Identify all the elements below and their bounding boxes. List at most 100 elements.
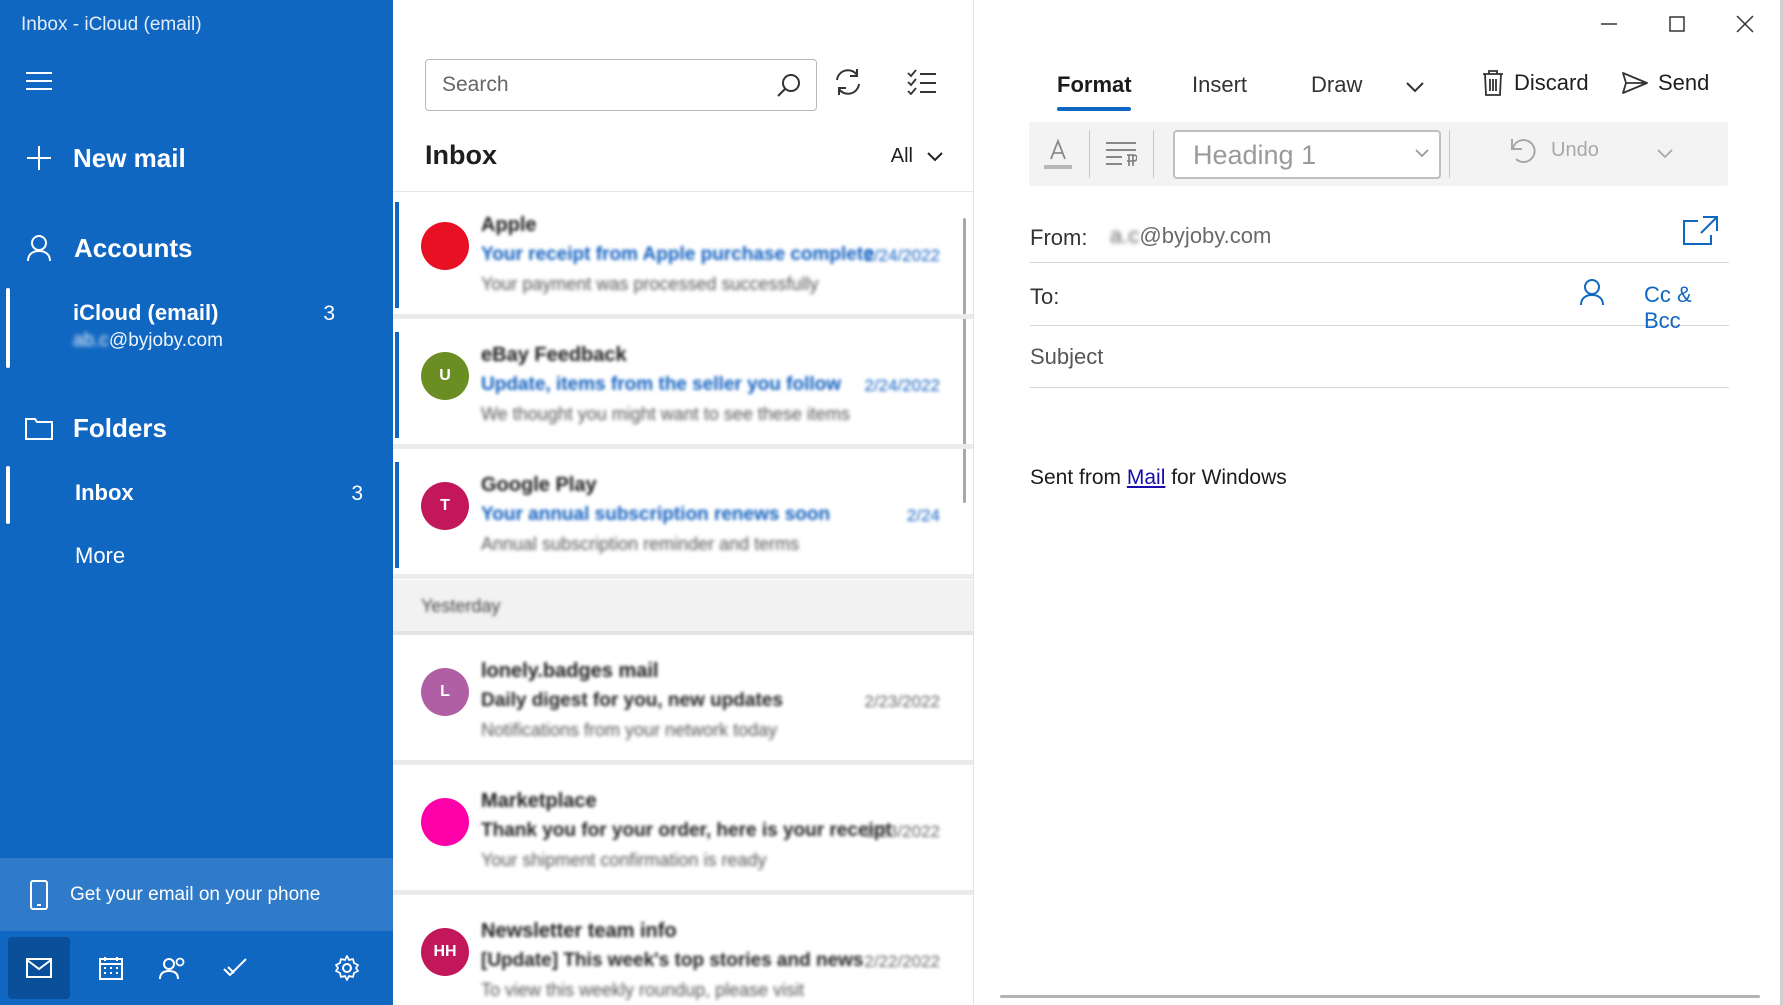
message-preview: Your shipment confirmation is ready (481, 850, 767, 870)
to-input[interactable] (1074, 276, 1554, 312)
avatar (421, 222, 469, 270)
account-name: iCloud (email) (73, 300, 219, 325)
calendar-icon[interactable] (80, 937, 142, 999)
chevron-down-icon (1415, 149, 1429, 158)
person-icon[interactable] (1580, 278, 1604, 311)
folder-icon (24, 413, 54, 443)
message-item[interactable]: Marketplace Thank you for your order, her… (393, 772, 973, 895)
folder-item-inbox[interactable]: Inbox 3 (0, 466, 393, 524)
horizontal-scrollbar[interactable] (1000, 995, 1760, 998)
message-date: 2/23/2022 (864, 692, 940, 711)
minimize-icon[interactable] (1586, 13, 1632, 35)
avatar: U (421, 352, 469, 400)
subject-field (1030, 326, 1729, 388)
font-color-icon[interactable] (1039, 132, 1077, 176)
phone-icon (30, 879, 48, 910)
message-sender: Newsletter team info (481, 920, 677, 942)
avatar: HH (421, 928, 469, 976)
from-label: From: (1030, 225, 1088, 250)
message-sender: eBay Feedback (481, 344, 627, 366)
new-mail-label: New mail (73, 142, 186, 173)
maximize-icon[interactable] (1654, 13, 1700, 35)
hamburger-menu-icon[interactable] (26, 72, 52, 92)
active-tab-indicator (1057, 107, 1131, 111)
account-unread-count: 3 (323, 302, 335, 325)
message-date: 2/22/2022 (864, 952, 940, 971)
folder-unread-count: 3 (351, 482, 363, 505)
divider (393, 191, 973, 192)
from-address[interactable]: a.c@byjoby.com (1110, 223, 1271, 249)
accounts-button[interactable]: Accounts (0, 230, 393, 266)
get-email-on-phone-button[interactable]: Get your email on your phone (0, 858, 393, 931)
undo-icon (1511, 139, 1536, 164)
window-title: Inbox - iCloud (email) (21, 14, 202, 35)
message-preview: Notifications from your network today (481, 720, 778, 740)
mail-icon[interactable] (8, 937, 70, 999)
filter-dropdown[interactable]: All (891, 145, 943, 168)
todo-icon[interactable] (204, 937, 266, 999)
message-item[interactable]: HH Newsletter team info [Update] This week… (393, 902, 973, 1005)
people-icon[interactable] (142, 937, 204, 999)
account-email: ab.c@byjoby.com (73, 330, 223, 351)
selection-mode-icon[interactable] (907, 69, 937, 100)
folder-label: Inbox (75, 480, 134, 505)
to-label: To: (1030, 284, 1060, 309)
search-box (425, 59, 817, 111)
style-value: Heading 1 (1193, 140, 1317, 170)
accounts-label: Accounts (74, 232, 193, 263)
message-date: 2/23/2022 (864, 822, 940, 841)
undo-label: Undo (1551, 138, 1599, 161)
message-sender: Google Play (481, 474, 597, 496)
pop-out-icon[interactable] (1683, 215, 1719, 250)
new-mail-button[interactable]: New mail (0, 140, 393, 176)
message-item[interactable]: Apple Your receipt from Apple purchase co… (393, 196, 973, 319)
folders-button[interactable]: Folders (0, 410, 393, 446)
message-preview: Annual subscription reminder and terms (481, 534, 800, 554)
message-subject: Your annual subscription renews soon (481, 504, 831, 525)
compose-pane: Format Insert Draw Discard Send Heading … (974, 0, 1783, 1005)
chevron-down-icon[interactable] (1406, 80, 1424, 98)
ribbon-separator (1089, 130, 1090, 178)
message-item[interactable]: T Google Play Your annual subscription ren… (393, 456, 973, 579)
settings-icon[interactable] (316, 937, 378, 999)
to-field: To: Cc & Bcc (1030, 264, 1729, 333)
sync-icon[interactable] (833, 67, 863, 102)
message-body[interactable]: Sent from Mail for Windows (1030, 466, 1287, 490)
ribbon-separator (1449, 130, 1450, 178)
paragraph-format-icon[interactable] (1101, 132, 1141, 176)
avatar (421, 798, 469, 846)
unread-indicator (395, 462, 399, 568)
paragraph-style-dropdown[interactable]: Heading 1 (1173, 130, 1441, 179)
message-item[interactable]: UeBay Feedback Update, items from the sel… (393, 326, 973, 449)
message-date: 2/24 (906, 506, 940, 525)
trash-icon (1483, 70, 1503, 96)
account-item-icloud[interactable]: iCloud (email) ab.c@byjoby.com 3 (0, 286, 393, 368)
message-sender: Apple (481, 214, 537, 236)
tab-format[interactable]: Format (1057, 72, 1132, 98)
subject-input[interactable] (1030, 338, 1720, 376)
folder-item-more[interactable]: More (75, 543, 125, 569)
message-sender: lonely.badges mail (481, 660, 659, 682)
filter-value: All (890, 145, 913, 167)
search-icon[interactable] (776, 72, 802, 103)
phone-promo-label: Get your email on your phone (70, 883, 321, 905)
send-button[interactable]: Send (1622, 70, 1709, 96)
message-item[interactable]: Llonely.badges mail Daily digest for you,… (393, 642, 973, 765)
chevron-down-icon (927, 151, 943, 161)
format-ribbon: Heading 1 Undo (1029, 122, 1728, 186)
tab-insert[interactable]: Insert (1192, 72, 1247, 98)
message-list-pane: Inbox All Yesterday AppleYour receipt fr… (393, 0, 974, 1005)
avatar: T (421, 482, 469, 530)
mail-link[interactable]: Mail (1127, 466, 1166, 489)
search-input[interactable] (442, 72, 762, 98)
from-field: From: a.c@byjoby.com (1030, 201, 1729, 263)
send-label: Send (1658, 70, 1710, 95)
message-sender: Marketplace (481, 790, 597, 812)
tab-draw[interactable]: Draw (1311, 72, 1362, 98)
discard-button[interactable]: Discard (1482, 70, 1589, 96)
chevron-down-icon[interactable] (1657, 146, 1673, 164)
undo-button[interactable]: Undo (1509, 136, 1599, 164)
list-title: Inbox (425, 140, 497, 170)
close-icon[interactable] (1722, 13, 1768, 35)
discard-label: Discard (1514, 70, 1589, 95)
